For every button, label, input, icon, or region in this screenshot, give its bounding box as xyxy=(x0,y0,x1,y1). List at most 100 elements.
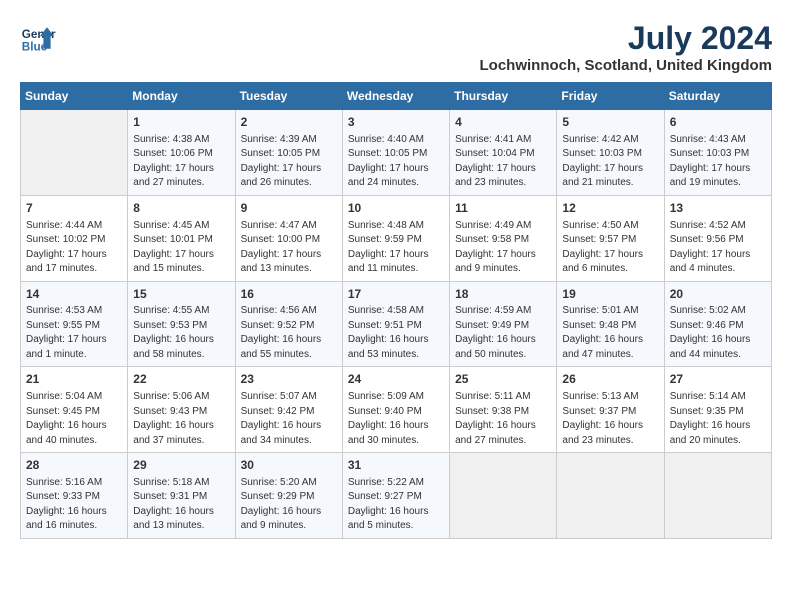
day-content: Sunrise: 5:16 AM Sunset: 9:33 PM Dayligh… xyxy=(26,476,122,534)
day-number: 29 xyxy=(133,457,229,474)
calendar-cell: 24 Sunrise: 5:09 AM Sunset: 9:40 PM Dayli… xyxy=(342,367,449,453)
col-header-saturday: Saturday xyxy=(664,83,771,110)
location-title: Lochwinnoch, Scotland, United Kingdom xyxy=(480,57,773,74)
day-content: Sunrise: 4:52 AM Sunset: 9:56 PM Dayligh… xyxy=(670,219,766,277)
calendar-cell: 27 Sunrise: 5:14 AM Sunset: 9:35 PM Dayli… xyxy=(664,367,771,453)
day-content: Sunrise: 4:43 AM Sunset: 10:03 PM Daylig… xyxy=(670,133,766,191)
calendar-cell xyxy=(664,453,771,539)
day-content: Sunrise: 4:39 AM Sunset: 10:05 PM Daylig… xyxy=(241,133,337,191)
day-number: 15 xyxy=(133,286,229,303)
day-number: 19 xyxy=(562,286,658,303)
calendar-cell: 30 Sunrise: 5:20 AM Sunset: 9:29 PM Dayli… xyxy=(235,453,342,539)
calendar-cell: 20Sunrise: 5:02 AM Sunset: 9:46 PM Dayli… xyxy=(664,281,771,367)
day-content: Sunrise: 4:48 AM Sunset: 9:59 PM Dayligh… xyxy=(348,219,444,277)
day-number: 30 xyxy=(241,457,337,474)
calendar-cell: 5Sunrise: 4:42 AM Sunset: 10:03 PM Dayli… xyxy=(557,110,664,196)
calendar-cell: 25Sunrise: 5:11 AM Sunset: 9:38 PM Dayli… xyxy=(450,367,557,453)
calendar-cell: 19Sunrise: 5:01 AM Sunset: 9:48 PM Dayli… xyxy=(557,281,664,367)
calendar-cell: 22 Sunrise: 5:06 AM Sunset: 9:43 PM Dayli… xyxy=(128,367,235,453)
day-content: Sunrise: 5:18 AM Sunset: 9:31 PM Dayligh… xyxy=(133,476,229,534)
day-number: 22 xyxy=(133,371,229,388)
day-number: 11 xyxy=(455,200,551,217)
calendar-cell: 29 Sunrise: 5:18 AM Sunset: 9:31 PM Dayli… xyxy=(128,453,235,539)
day-number: 2 xyxy=(241,114,337,131)
day-number: 7 xyxy=(26,200,122,217)
col-header-thursday: Thursday xyxy=(450,83,557,110)
day-number: 27 xyxy=(670,371,766,388)
week-row-3: 14Sunrise: 4:53 AM Sunset: 9:55 PM Dayli… xyxy=(21,281,772,367)
day-number: 10 xyxy=(348,200,444,217)
day-content: Sunrise: 4:42 AM Sunset: 10:03 PM Daylig… xyxy=(562,133,658,191)
day-number: 14 xyxy=(26,286,122,303)
calendar-body: 1 Sunrise: 4:38 AM Sunset: 10:06 PM Dayli… xyxy=(21,110,772,539)
day-content: Sunrise: 4:38 AM Sunset: 10:06 PM Daylig… xyxy=(133,133,229,191)
day-content: Sunrise: 5:14 AM Sunset: 9:35 PM Dayligh… xyxy=(670,390,766,448)
day-number: 31 xyxy=(348,457,444,474)
calendar-cell: 2 Sunrise: 4:39 AM Sunset: 10:05 PM Dayli… xyxy=(235,110,342,196)
day-content: Sunrise: 4:49 AM Sunset: 9:58 PM Dayligh… xyxy=(455,219,551,277)
day-content: Sunrise: 4:55 AM Sunset: 9:53 PM Dayligh… xyxy=(133,304,229,362)
calendar-cell xyxy=(557,453,664,539)
day-number: 17 xyxy=(348,286,444,303)
col-header-sunday: Sunday xyxy=(21,83,128,110)
calendar-cell: 10 Sunrise: 4:48 AM Sunset: 9:59 PM Dayli… xyxy=(342,195,449,281)
calendar-cell: 14Sunrise: 4:53 AM Sunset: 9:55 PM Dayli… xyxy=(21,281,128,367)
calendar-cell xyxy=(450,453,557,539)
month-title: July 2024 xyxy=(480,20,773,57)
calendar-cell: 17Sunrise: 4:58 AM Sunset: 9:51 PM Dayli… xyxy=(342,281,449,367)
day-number: 20 xyxy=(670,286,766,303)
week-row-4: 21Sunrise: 5:04 AM Sunset: 9:45 PM Dayli… xyxy=(21,367,772,453)
logo: General Blue xyxy=(20,20,60,56)
calendar-cell: 23Sunrise: 5:07 AM Sunset: 9:42 PM Dayli… xyxy=(235,367,342,453)
day-content: Sunrise: 4:47 AM Sunset: 10:00 PM Daylig… xyxy=(241,219,337,277)
day-number: 26 xyxy=(562,371,658,388)
day-content: Sunrise: 4:41 AM Sunset: 10:04 PM Daylig… xyxy=(455,133,551,191)
week-row-5: 28 Sunrise: 5:16 AM Sunset: 9:33 PM Dayli… xyxy=(21,453,772,539)
calendar-cell: 18Sunrise: 4:59 AM Sunset: 9:49 PM Dayli… xyxy=(450,281,557,367)
day-number: 13 xyxy=(670,200,766,217)
title-block: July 2024 Lochwinnoch, Scotland, United … xyxy=(480,20,773,74)
day-number: 3 xyxy=(348,114,444,131)
day-content: Sunrise: 5:09 AM Sunset: 9:40 PM Dayligh… xyxy=(348,390,444,448)
day-number: 9 xyxy=(241,200,337,217)
day-content: Sunrise: 4:45 AM Sunset: 10:01 PM Daylig… xyxy=(133,219,229,277)
week-row-1: 1 Sunrise: 4:38 AM Sunset: 10:06 PM Dayli… xyxy=(21,110,772,196)
calendar-cell: 1 Sunrise: 4:38 AM Sunset: 10:06 PM Dayli… xyxy=(128,110,235,196)
calendar-table: SundayMondayTuesdayWednesdayThursdayFrid… xyxy=(20,82,772,539)
day-content: Sunrise: 5:07 AM Sunset: 9:42 PM Dayligh… xyxy=(241,390,337,448)
calendar-cell: 16Sunrise: 4:56 AM Sunset: 9:52 PM Dayli… xyxy=(235,281,342,367)
day-number: 28 xyxy=(26,457,122,474)
day-number: 4 xyxy=(455,114,551,131)
logo-icon: General Blue xyxy=(20,20,56,56)
day-content: Sunrise: 5:20 AM Sunset: 9:29 PM Dayligh… xyxy=(241,476,337,534)
day-content: Sunrise: 4:59 AM Sunset: 9:49 PM Dayligh… xyxy=(455,304,551,362)
calendar-cell: 31Sunrise: 5:22 AM Sunset: 9:27 PM Dayli… xyxy=(342,453,449,539)
day-content: Sunrise: 5:06 AM Sunset: 9:43 PM Dayligh… xyxy=(133,390,229,448)
calendar-cell: 4 Sunrise: 4:41 AM Sunset: 10:04 PM Dayli… xyxy=(450,110,557,196)
calendar-cell: 9 Sunrise: 4:47 AM Sunset: 10:00 PM Dayli… xyxy=(235,195,342,281)
day-number: 24 xyxy=(348,371,444,388)
calendar-cell xyxy=(21,110,128,196)
calendar-cell: 15Sunrise: 4:55 AM Sunset: 9:53 PM Dayli… xyxy=(128,281,235,367)
day-content: Sunrise: 4:53 AM Sunset: 9:55 PM Dayligh… xyxy=(26,304,122,362)
day-content: Sunrise: 4:40 AM Sunset: 10:05 PM Daylig… xyxy=(348,133,444,191)
day-content: Sunrise: 4:58 AM Sunset: 9:51 PM Dayligh… xyxy=(348,304,444,362)
day-content: Sunrise: 5:02 AM Sunset: 9:46 PM Dayligh… xyxy=(670,304,766,362)
calendar-cell: 11 Sunrise: 4:49 AM Sunset: 9:58 PM Dayli… xyxy=(450,195,557,281)
day-content: Sunrise: 4:44 AM Sunset: 10:02 PM Daylig… xyxy=(26,219,122,277)
calendar-cell: 13 Sunrise: 4:52 AM Sunset: 9:56 PM Dayli… xyxy=(664,195,771,281)
day-number: 18 xyxy=(455,286,551,303)
day-number: 1 xyxy=(133,114,229,131)
day-number: 16 xyxy=(241,286,337,303)
col-header-monday: Monday xyxy=(128,83,235,110)
calendar-cell: 12 Sunrise: 4:50 AM Sunset: 9:57 PM Dayli… xyxy=(557,195,664,281)
day-content: Sunrise: 4:56 AM Sunset: 9:52 PM Dayligh… xyxy=(241,304,337,362)
day-number: 21 xyxy=(26,371,122,388)
day-content: Sunrise: 5:11 AM Sunset: 9:38 PM Dayligh… xyxy=(455,390,551,448)
day-content: Sunrise: 4:50 AM Sunset: 9:57 PM Dayligh… xyxy=(562,219,658,277)
day-number: 8 xyxy=(133,200,229,217)
day-number: 12 xyxy=(562,200,658,217)
calendar-header-row: SundayMondayTuesdayWednesdayThursdayFrid… xyxy=(21,83,772,110)
calendar-cell: 28 Sunrise: 5:16 AM Sunset: 9:33 PM Dayli… xyxy=(21,453,128,539)
calendar-cell: 21Sunrise: 5:04 AM Sunset: 9:45 PM Dayli… xyxy=(21,367,128,453)
